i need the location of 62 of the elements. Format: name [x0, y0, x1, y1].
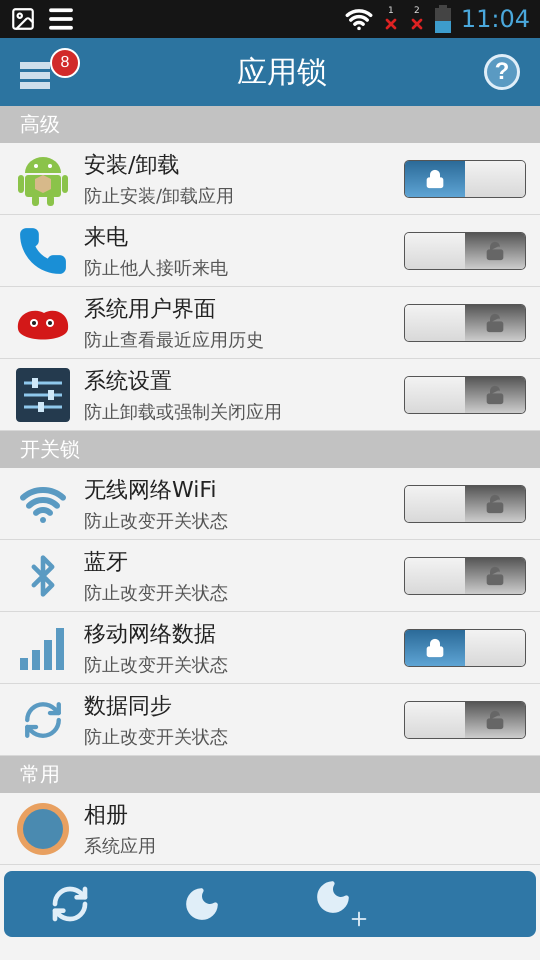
lock-icon [425, 168, 445, 188]
unlock-icon [485, 494, 505, 514]
item-title: 移动网络数据 [84, 620, 217, 648]
clock: 11:04 [460, 5, 530, 33]
app-title: 应用锁 [236, 54, 328, 92]
unlock-icon [485, 384, 505, 404]
lock-toggle[interactable] [404, 304, 526, 342]
unlock-icon [485, 240, 505, 260]
item-title: 相册 [84, 802, 129, 830]
item-subtitle: 防止卸载或强制关闭应用 [84, 400, 283, 424]
lock-toggle[interactable] [404, 376, 526, 414]
list-row[interactable]: 系统用户界面 防止查看最近应用历史 [0, 287, 540, 359]
sim-label: 2 [414, 6, 420, 16]
list-row[interactable]: 来电 防止他人接听来电 [0, 215, 540, 287]
sync-icon [50, 884, 90, 924]
sliders-icon [16, 368, 70, 422]
phone-icon [18, 226, 68, 276]
section-header: 开关锁 [20, 436, 80, 463]
battery-icon [434, 5, 451, 33]
item-subtitle: 防止他人接听来电 [84, 256, 229, 280]
item-title: 安装/卸载 [84, 152, 180, 180]
list-row[interactable]: 移动网络数据 防止改变开关状态 [0, 612, 540, 684]
lock-toggle[interactable] [404, 556, 526, 594]
no-signal-icon [382, 16, 399, 32]
item-subtitle: 防止改变开关状态 [84, 510, 229, 532]
notification-badge: 8 [50, 48, 80, 78]
item-title: 无线网络WiFi [84, 476, 218, 504]
item-title: 系统用户界面 [84, 296, 217, 324]
unlock-icon [485, 566, 505, 586]
lock-toggle[interactable] [404, 628, 526, 666]
lock-icon [425, 638, 445, 658]
lock-toggle[interactable] [404, 484, 526, 522]
list-row[interactable]: 系统设置 防止卸载或强制关闭应用 [0, 359, 540, 431]
image-icon [10, 6, 36, 32]
unlock-icon [485, 312, 505, 332]
item-title: 系统设置 [84, 368, 173, 396]
section-header: 常用 [20, 761, 60, 788]
menu-button[interactable]: 8 [20, 48, 80, 96]
list-row[interactable]: 蓝牙 防止改变开关状态 [0, 540, 540, 612]
list-row[interactable]: 相册 系统应用 [0, 793, 540, 865]
item-subtitle: 防止改变开关状态 [84, 726, 229, 748]
unlock-icon [485, 710, 505, 730]
gallery-icon [15, 800, 71, 856]
lock-toggle[interactable] [404, 160, 526, 198]
item-subtitle: 防止查看最近应用历史 [84, 328, 265, 352]
list-row[interactable]: 数据同步 防止改变开关状态 [0, 684, 540, 756]
lock-toggle[interactable] [404, 232, 526, 270]
item-subtitle: 防止安装/卸载应用 [84, 184, 236, 208]
section-header: 高级 [20, 111, 60, 138]
item-title: 来电 [84, 224, 129, 252]
item-subtitle: 防止改变开关状态 [84, 582, 229, 604]
item-title: 蓝牙 [84, 548, 129, 576]
sim-label: 1 [388, 6, 394, 16]
menu-icon [20, 60, 50, 90]
item-subtitle: 防止改变开关状态 [84, 654, 229, 676]
list-row[interactable]: 无线网络WiFi 防止改变开关状态 [0, 468, 540, 540]
item-subtitle: 系统应用 [84, 834, 157, 858]
no-signal-icon [408, 16, 425, 32]
list-row[interactable]: 安装/卸载 防止安装/卸载应用 [0, 143, 540, 215]
item-title: 数据同步 [84, 692, 173, 720]
lock-toggle[interactable] [404, 700, 526, 738]
sync-button[interactable] [50, 884, 90, 924]
